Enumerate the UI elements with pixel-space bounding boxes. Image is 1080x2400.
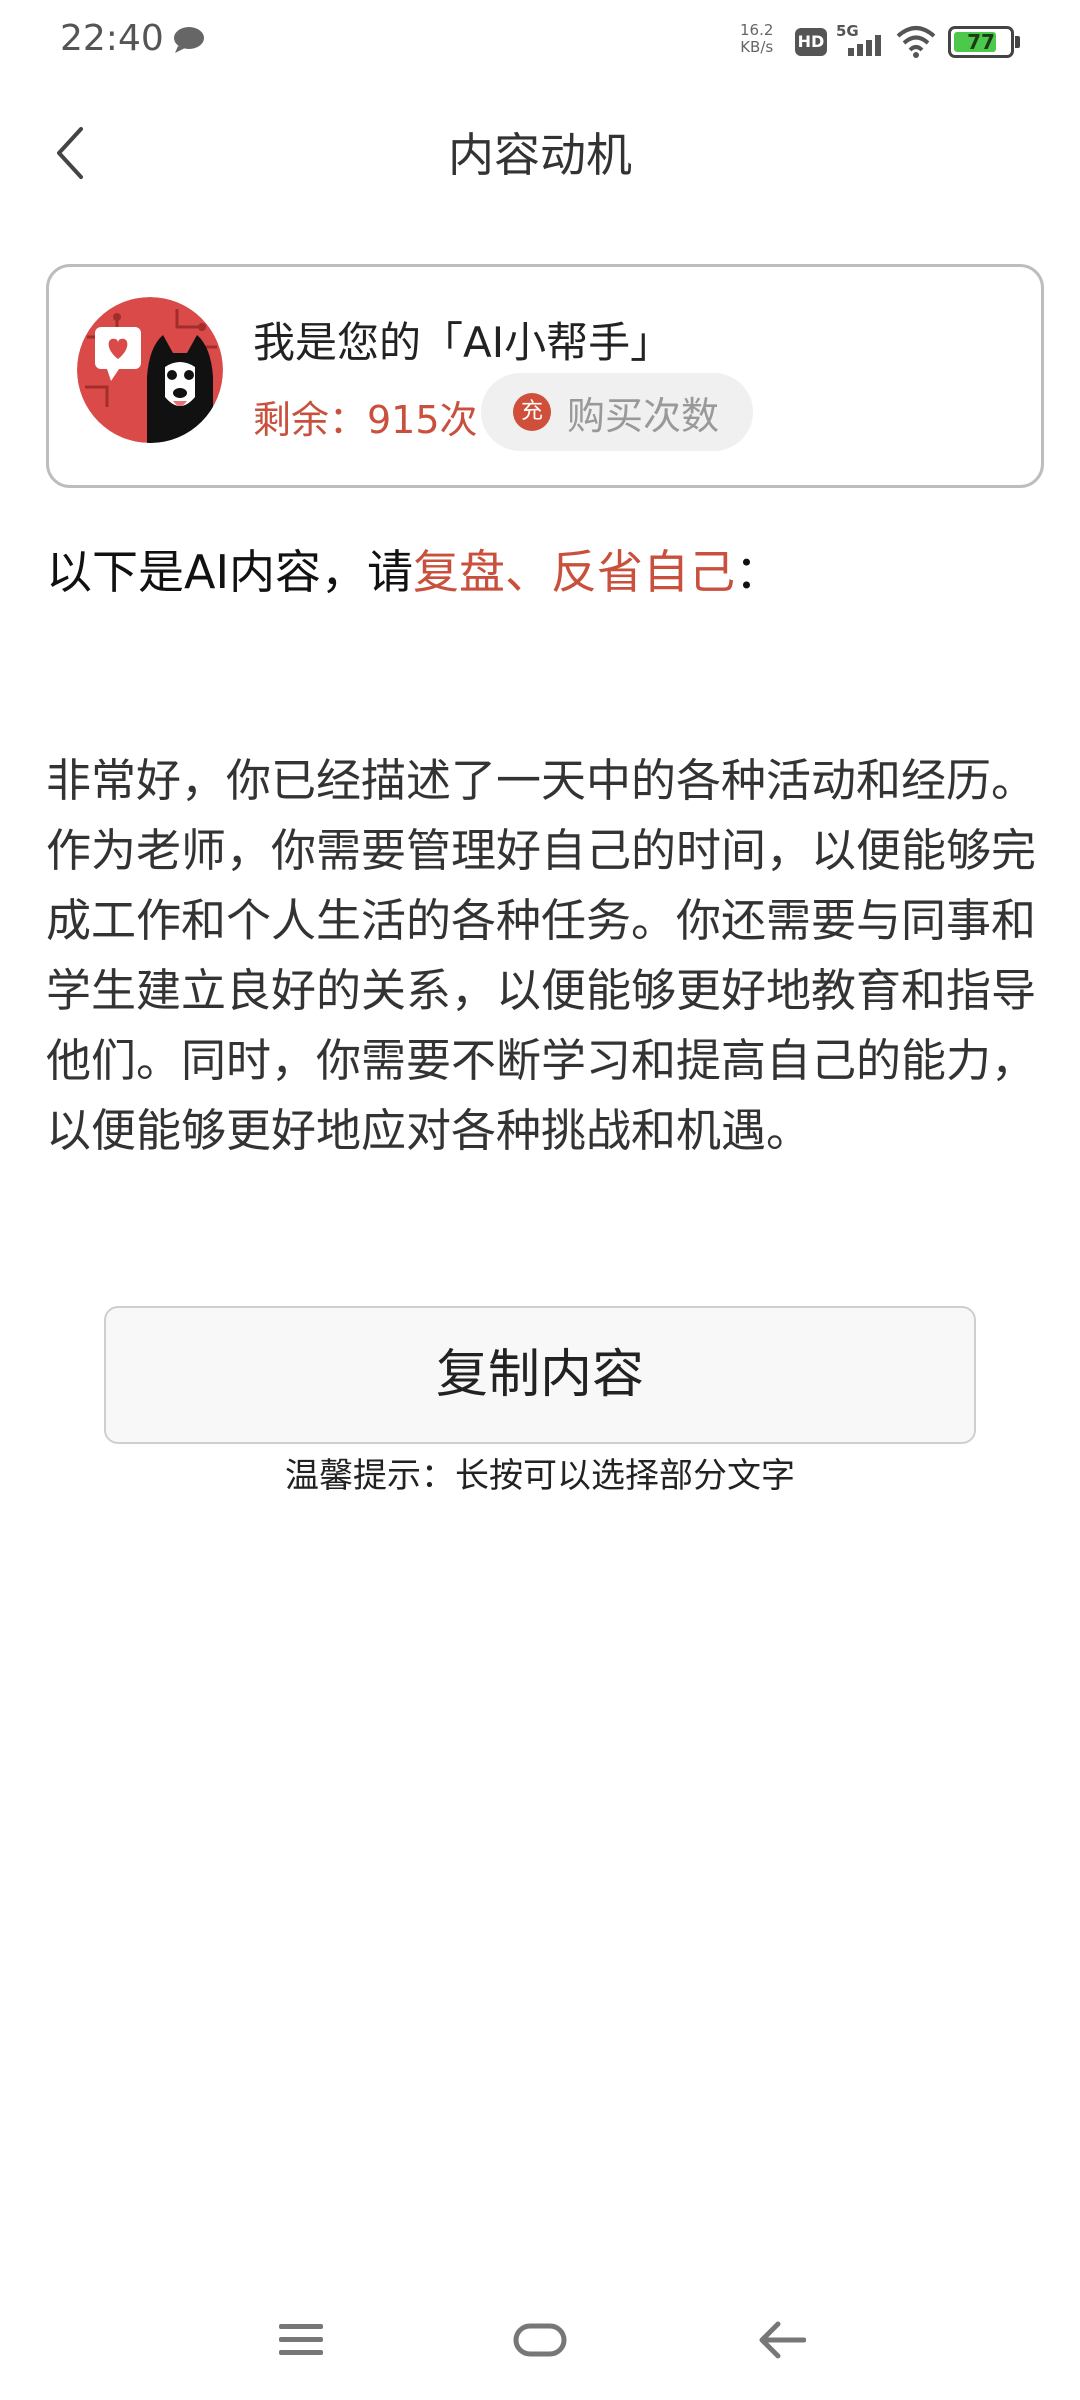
nav-back-button[interactable] — [742, 2310, 822, 2370]
wifi-icon — [896, 26, 936, 58]
intro-prefix: 以下是AI内容，请 — [46, 545, 414, 599]
assistant-name: 我是您的「AI小帮手」 — [253, 318, 673, 367]
buy-credits-label: 购买次数 — [567, 393, 720, 438]
chevron-left-icon — [57, 127, 83, 179]
network-speed-value: 16.2 — [740, 21, 774, 39]
avatar — [77, 297, 223, 443]
home-button[interactable] — [500, 2310, 580, 2370]
menu-icon — [279, 2324, 323, 2355]
charge-icon: 充 — [513, 393, 551, 431]
page-title: 内容动机 — [448, 128, 632, 182]
ai-content-text[interactable]: 非常好，你已经描述了一天中的各种活动和经历。作为老师，你需要管理好自己的时间，以… — [46, 746, 1036, 1166]
menu-button[interactable] — [261, 2310, 341, 2370]
copy-content-button[interactable]: 复制内容 — [104, 1306, 976, 1444]
chat-bubble-icon — [174, 27, 204, 53]
buy-credits-button[interactable]: 充 购买次数 — [481, 373, 753, 451]
status-bar: 22:40 16.2 KB/s HD 5G 77 — [0, 0, 1080, 84]
arrow-left-icon — [759, 2321, 806, 2359]
assistant-card: 我是您的「AI小帮手」 剩余：915次 充 购买次数 — [46, 264, 1044, 488]
intro-line: 以下是AI内容，请复盘、反省自己： — [46, 536, 781, 602]
remaining-count: 剩余：915次 — [253, 398, 478, 442]
network-speed-unit: KB/s — [740, 38, 774, 56]
hd-icon: HD — [795, 28, 827, 56]
header: 内容动机 — [0, 100, 1080, 210]
home-icon — [513, 2323, 567, 2357]
back-button[interactable] — [40, 118, 100, 188]
status-time: 22:40 — [60, 18, 164, 59]
signal-5g-icon: 5G — [836, 22, 881, 56]
network-type-label: 5G — [836, 22, 859, 40]
navigation-bar — [0, 2290, 1080, 2390]
intro-suffix: ： — [735, 545, 782, 599]
network-speed: 16.2 KB/s — [740, 22, 773, 56]
battery-tip — [1015, 36, 1020, 48]
tip-text: 温馨提示：长按可以选择部分文字 — [285, 1456, 795, 1496]
battery-indicator: 77 — [948, 26, 1020, 58]
intro-highlight: 复盘、反省自己 — [413, 545, 736, 599]
battery-level: 77 — [967, 30, 995, 54]
